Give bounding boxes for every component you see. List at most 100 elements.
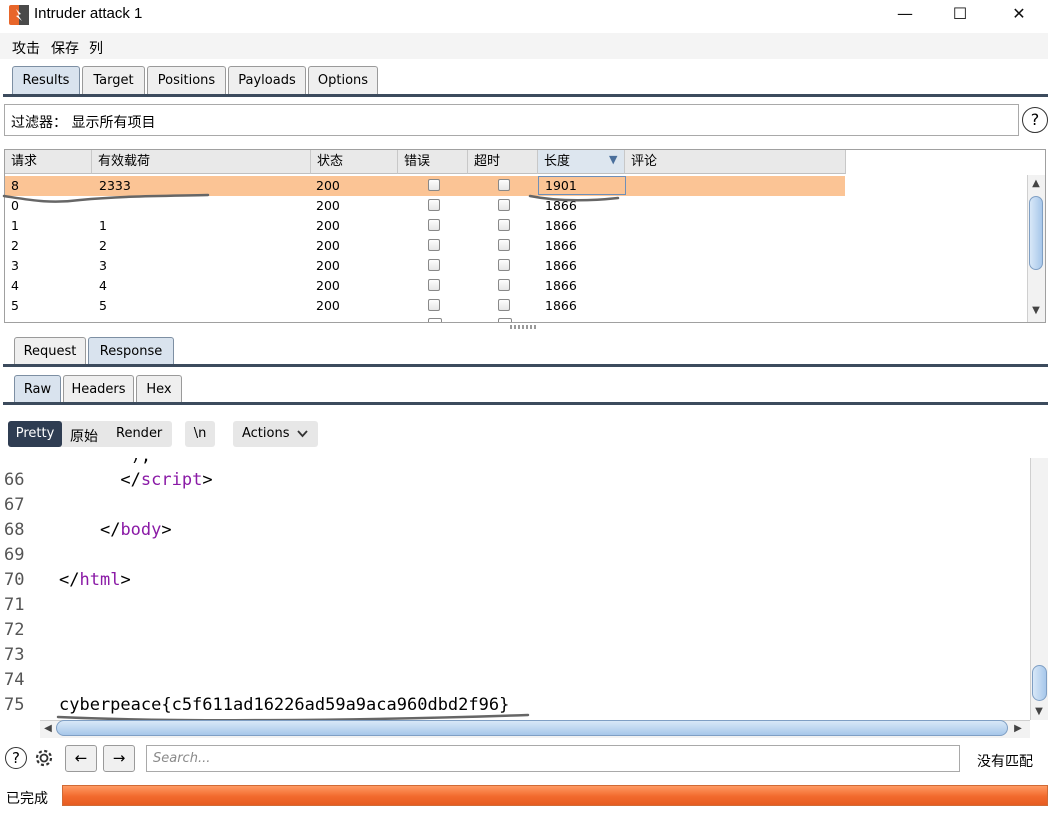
editor-hscroll-thumb[interactable] <box>56 720 1008 736</box>
newline-toggle[interactable]: \n <box>185 421 215 447</box>
line-number: 66 <box>4 470 25 490</box>
cell-status: 200 <box>316 298 340 313</box>
filter-bar[interactable] <box>4 104 1019 136</box>
tab-target[interactable]: Target <box>82 66 145 94</box>
tab-request[interactable]: Request <box>14 337 86 365</box>
line-number: 73 <box>4 645 25 665</box>
scroll-up-icon[interactable]: ▲ <box>1028 178 1044 189</box>
tab-headers[interactable]: Headers <box>63 375 134 403</box>
line-number: 75 <box>4 695 25 715</box>
col-payload[interactable]: 有效载荷 <box>92 150 311 174</box>
error-checkbox <box>428 219 440 231</box>
minimize-button[interactable]: — <box>880 0 930 30</box>
cell-payload: 5 <box>99 298 107 313</box>
cell-length: 1866 <box>545 298 577 313</box>
cell-length: 1866 <box>545 278 577 293</box>
code-line: </body> <box>99 520 172 540</box>
col-comment[interactable]: 评论 <box>625 150 846 174</box>
next-match-button[interactable]: → <box>103 745 135 772</box>
help-icon[interactable]: ? <box>1022 107 1048 133</box>
menu-bar <box>0 33 1048 59</box>
tab-hex[interactable]: Hex <box>136 375 182 403</box>
annotation-strokes <box>2 193 620 203</box>
code-line: </html> <box>59 570 131 590</box>
timeout-checkbox <box>498 239 510 251</box>
search-input[interactable] <box>146 745 960 772</box>
table-row-partial <box>5 317 845 322</box>
splitter-handle[interactable] <box>510 325 536 329</box>
line-number: 71 <box>4 595 25 615</box>
tab-underline <box>3 364 1048 367</box>
table-row[interactable]: 2 2 200 1866 <box>5 236 845 256</box>
line-number: 72 <box>4 620 25 640</box>
timeout-checkbox <box>498 299 510 311</box>
cell-request: 5 <box>11 298 19 313</box>
col-error[interactable]: 错误 <box>398 150 468 174</box>
line-number: 74 <box>4 670 25 690</box>
cell-length: 1866 <box>545 218 577 233</box>
scroll-right-icon[interactable]: ▶ <box>1012 723 1024 734</box>
help-icon[interactable]: ? <box>5 747 27 769</box>
menu-save[interactable]: 保存 <box>51 38 79 58</box>
col-request[interactable]: 请求 <box>5 150 92 174</box>
maximize-button[interactable]: ☐ <box>935 0 985 30</box>
response-editor[interactable]: ); 66 </script> 67 68 </body> 69 70 </ht… <box>0 458 1030 720</box>
tab-options[interactable]: Options <box>308 66 378 94</box>
col-status[interactable]: 状态 <box>311 150 398 174</box>
error-checkbox <box>428 299 440 311</box>
tab-response[interactable]: Response <box>88 337 174 365</box>
actions-button[interactable]: Actions <box>233 421 318 447</box>
line-number: 70 <box>4 570 25 590</box>
error-checkbox <box>428 239 440 251</box>
tab-underline <box>3 402 1048 405</box>
timeout-checkbox <box>498 279 510 291</box>
line-number: 67 <box>4 495 25 515</box>
table-scroll-thumb[interactable] <box>1029 196 1043 270</box>
tab-positions[interactable]: Positions <box>147 66 226 94</box>
table-row[interactable]: 1 1 200 1866 <box>5 216 845 236</box>
annotation-strokes <box>56 713 530 720</box>
match-count: 没有匹配 <box>977 754 1033 770</box>
editor-scroll-thumb[interactable] <box>1032 665 1047 701</box>
tab-results[interactable]: Results <box>12 66 80 94</box>
gear-icon[interactable] <box>32 746 56 770</box>
tab-raw[interactable]: Raw <box>14 375 61 403</box>
line-number: 68 <box>4 520 25 540</box>
status-text: 已完成 <box>6 791 48 807</box>
cell-request: 1 <box>11 218 19 233</box>
window-title: Intruder attack 1 <box>34 5 143 22</box>
scroll-down-icon[interactable]: ▼ <box>1031 706 1047 717</box>
cell-payload: 1 <box>99 218 107 233</box>
timeout-checkbox <box>498 259 510 271</box>
close-button[interactable]: ✕ <box>994 0 1044 30</box>
cell-status: 200 <box>316 238 340 253</box>
scroll-down-icon[interactable]: ▼ <box>1028 305 1044 316</box>
render-button[interactable]: Render <box>116 426 162 441</box>
error-checkbox <box>428 279 440 291</box>
menu-columns[interactable]: 列 <box>89 38 103 58</box>
tab-payloads[interactable]: Payloads <box>228 66 306 94</box>
cell-status: 200 <box>316 278 340 293</box>
cell-payload: 4 <box>99 278 107 293</box>
code-line: </script> <box>120 470 213 490</box>
progress-bar <box>62 785 1048 806</box>
scroll-left-icon[interactable]: ◀ <box>42 723 54 734</box>
tab-underline <box>3 94 1048 97</box>
table-row[interactable]: 5 5 200 1866 <box>5 296 845 316</box>
timeout-checkbox <box>498 219 510 231</box>
prev-match-button[interactable]: ← <box>65 745 97 772</box>
cell-length: 1866 <box>545 258 577 273</box>
sort-desc-icon: ▼ <box>609 153 618 166</box>
menu-attack[interactable]: 攻击 <box>12 38 40 58</box>
cell-status: 200 <box>316 258 340 273</box>
line-number: 69 <box>4 545 25 565</box>
pretty-button[interactable]: Pretty <box>8 421 62 447</box>
col-timeout[interactable]: 超时 <box>468 150 538 174</box>
actions-label: Actions <box>242 426 290 441</box>
cell-payload: 3 <box>99 258 107 273</box>
filter-label: 过滤器： 显示所有项目 <box>11 115 156 131</box>
raw-view-button[interactable]: 原始 <box>70 426 98 446</box>
cell-request: 2 <box>11 238 19 253</box>
table-row[interactable]: 3 3 200 1866 <box>5 256 845 276</box>
table-row[interactable]: 4 4 200 1866 <box>5 276 845 296</box>
